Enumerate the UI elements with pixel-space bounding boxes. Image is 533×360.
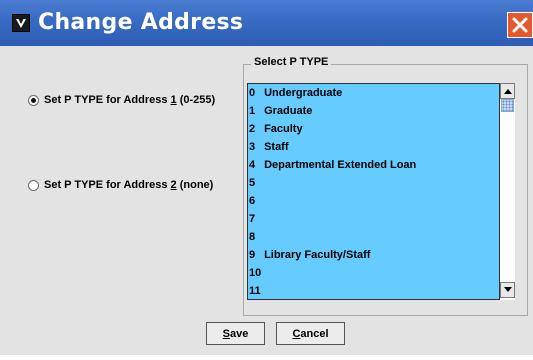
list-scrollbar[interactable] (499, 83, 515, 300)
radio-address-1-label: Set P TYPE for Address 1 (0-255) (44, 94, 216, 106)
list-item-2[interactable]: 2 Faculty (249, 120, 303, 138)
window-title: Change Address (38, 10, 244, 35)
scroll-thumb[interactable] (501, 99, 514, 112)
list-item-1[interactable]: 1 Graduate (249, 102, 312, 120)
scroll-up-button[interactable] (500, 83, 515, 99)
radio-button-checked[interactable] (28, 94, 39, 106)
save-button[interactable]: Save (206, 322, 265, 345)
arrow-down-icon (504, 287, 512, 292)
cancel-button[interactable]: Cancel (276, 322, 345, 345)
ptype-group-legend: Select P TYPE (251, 56, 332, 68)
radio-address-2-label: Set P TYPE for Address 2 (none) (44, 179, 214, 191)
list-item-11[interactable]: 11 (249, 282, 261, 299)
ptype-listbox[interactable]: 0 Undergraduate 1 Graduate 2 Faculty 3 S… (247, 83, 515, 300)
save-button-label: Save (222, 327, 249, 340)
change-address-dialog: Change Address Set P TYPE for Address 1 … (0, 0, 533, 355)
arrow-up-icon (504, 89, 512, 94)
title-bar[interactable]: Change Address (0, 0, 533, 46)
list-item-6[interactable]: 6 (249, 192, 261, 210)
radio-address-2[interactable]: Set P TYPE for Address 2 (none) (28, 176, 213, 194)
list-item-10[interactable]: 10 (249, 264, 261, 282)
list-item-3[interactable]: 3 Staff (249, 138, 289, 156)
list-item-5[interactable]: 5 (249, 174, 261, 192)
scroll-down-button[interactable] (500, 282, 515, 298)
v-logo-icon (12, 14, 30, 32)
list-item-7[interactable]: 7 (249, 210, 261, 228)
radio-button-unchecked[interactable] (28, 179, 39, 191)
list-item-4[interactable]: 4 Departmental Extended Loan (249, 156, 416, 174)
list-item-9[interactable]: 9 Library Faculty/Staff (249, 246, 370, 264)
radio-address-1[interactable]: Set P TYPE for Address 1 (0-255) (28, 91, 215, 109)
close-button[interactable] (507, 12, 533, 38)
cancel-button-label: Cancel (292, 327, 329, 340)
list-item-8[interactable]: 8 (249, 228, 261, 246)
close-icon (512, 17, 528, 33)
list-item-0[interactable]: 0 Undergraduate (249, 84, 342, 102)
